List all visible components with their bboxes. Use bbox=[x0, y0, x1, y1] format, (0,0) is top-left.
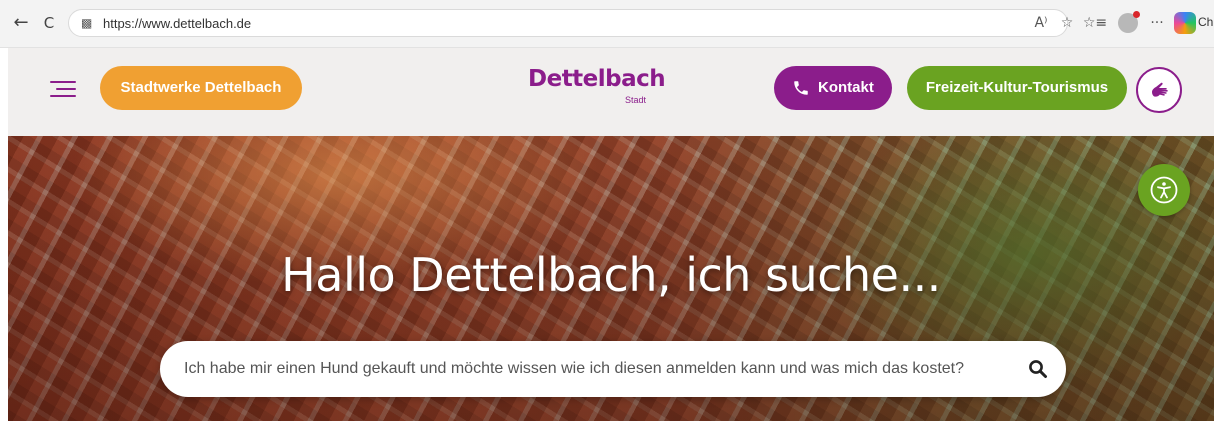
hamburger-menu-icon[interactable] bbox=[50, 81, 76, 99]
phone-icon bbox=[794, 81, 808, 95]
copilot-label[interactable]: Ch bbox=[1198, 15, 1213, 29]
more-icon[interactable]: ··· bbox=[1146, 12, 1168, 34]
address-bar[interactable]: ▩ https://www.dettelbach.de bbox=[68, 9, 1068, 37]
refresh-icon[interactable]: C bbox=[38, 12, 60, 34]
site-header: Stadtwerke Dettelbach Dettelbach Stadt K… bbox=[8, 48, 1214, 136]
hero-section: Hallo Dettelbach, ich suche... bbox=[8, 136, 1214, 421]
collections-icon[interactable]: ☆≡ bbox=[1082, 12, 1108, 34]
search-box bbox=[160, 341, 1066, 397]
logo-name: Dettelbach bbox=[528, 66, 666, 92]
search-input[interactable] bbox=[184, 341, 1004, 397]
read-aloud-icon[interactable]: A⁾ bbox=[1030, 12, 1052, 34]
stadtwerke-button[interactable]: Stadtwerke Dettelbach bbox=[100, 66, 302, 110]
hero-title: Hallo Dettelbach, ich suche... bbox=[281, 248, 941, 302]
back-icon[interactable]: ← bbox=[10, 12, 32, 34]
profile-avatar[interactable] bbox=[1118, 11, 1140, 33]
site-logo[interactable]: Dettelbach Stadt bbox=[528, 66, 666, 110]
favorite-icon[interactable]: ☆ bbox=[1056, 12, 1078, 34]
sign-language-icon bbox=[1152, 82, 1168, 97]
url-text[interactable]: https://www.dettelbach.de bbox=[103, 16, 251, 31]
freizeit-kultur-tourismus-button[interactable]: Freizeit-Kultur-Tourismus bbox=[907, 66, 1127, 110]
lock-icon[interactable]: ▩ bbox=[81, 16, 95, 30]
kontakt-label: Kontakt bbox=[818, 79, 874, 96]
browser-toolbar: ← C ▩ https://www.dettelbach.de A⁾ ☆ ☆≡ … bbox=[0, 0, 1214, 48]
search-icon[interactable] bbox=[1028, 359, 1048, 379]
logo-subtitle: Stadt bbox=[625, 95, 647, 105]
copilot-icon[interactable] bbox=[1174, 12, 1196, 34]
accessibility-button[interactable] bbox=[1138, 164, 1190, 216]
kontakt-button[interactable]: Kontakt bbox=[774, 66, 892, 110]
sign-language-button[interactable] bbox=[1136, 67, 1182, 113]
accessibility-icon bbox=[1150, 176, 1178, 204]
